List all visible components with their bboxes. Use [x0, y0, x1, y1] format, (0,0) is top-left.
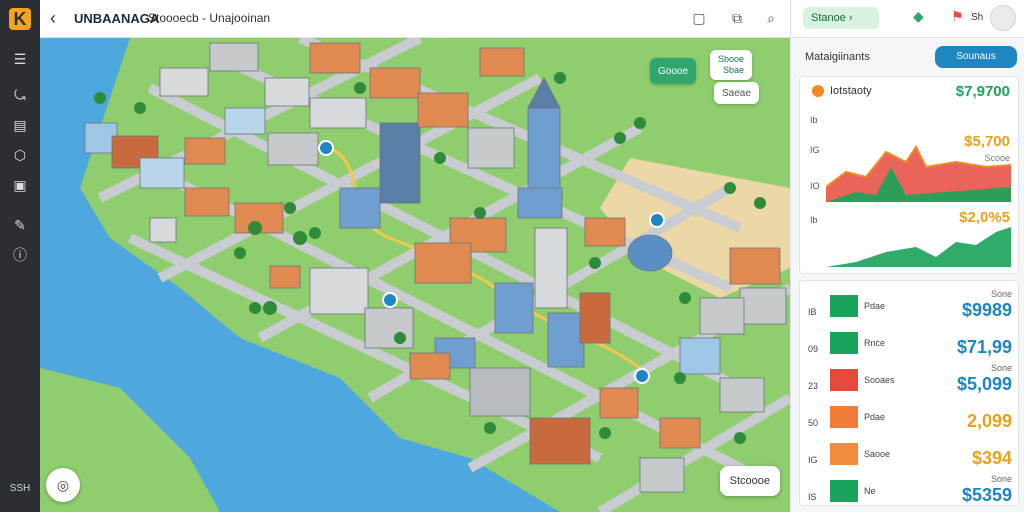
summary-title: Iotstaoty	[830, 85, 872, 97]
list-item-swatch	[830, 295, 858, 317]
info-icon[interactable]: ⓘ	[6, 242, 34, 268]
left-rail: K ☰ ⤿ ▤ ⬡ ▣ ✎ ⓘ SSH	[0, 0, 40, 512]
list-item-swatch	[830, 443, 858, 465]
panel-action-button[interactable]: Sounaus	[935, 46, 1017, 68]
city-map[interactable]: Goooe Sbooe Sbae Saeae ◎ Stcoooe	[40, 38, 790, 512]
stats-list-card: IB Pdae Sone $9989 09 Rnce $71,99 23 Sooaes Sone $…	[799, 280, 1019, 506]
bookmark-icon[interactable]: ▢	[690, 9, 708, 27]
list-item-swatch	[830, 369, 858, 391]
map-small-chip[interactable]: Saeae	[714, 82, 759, 104]
list-item-swatch	[830, 480, 858, 502]
list-item-axis: 09	[808, 344, 819, 354]
list-item-axis: IS	[808, 492, 817, 502]
status-text-icon: Sh	[971, 12, 984, 23]
route-icon[interactable]: ⤿	[6, 82, 34, 108]
y-label-2: IG	[810, 145, 820, 155]
panel-header: Mataigiinants Sounaus	[791, 38, 1024, 76]
flag-icon[interactable]: ⚑	[951, 8, 964, 25]
list-item-swatch	[830, 406, 858, 428]
image-icon[interactable]: ▣	[6, 172, 34, 198]
list-item-caption: Sone	[990, 363, 1012, 373]
shield-icon[interactable]: ⬡	[6, 142, 34, 168]
breadcrumb: Stoooecb - Unajooinan	[148, 11, 271, 25]
locate-icon: ◎	[56, 476, 70, 493]
map-small-chip-label: Saeae	[722, 87, 751, 99]
app-title: UNBAANAGA	[74, 11, 160, 26]
list-item-name: Sooaes	[864, 375, 895, 385]
map-info-chip[interactable]: Sbooe Sbae	[710, 50, 753, 80]
list-item-axis: IB	[808, 307, 817, 317]
list-item-name: Rnce	[864, 338, 886, 348]
list-item-value: $71,99	[956, 337, 1012, 357]
rail-bottom-label: SSH	[9, 483, 31, 494]
list-item-value: $9989	[961, 300, 1012, 320]
money-icon[interactable]: ◆	[913, 8, 924, 25]
search-pill-label: Stanoe	[811, 12, 846, 24]
right-top-bar: Stanoe › ◆ ⚑ Sh	[790, 0, 1024, 38]
notification-icon[interactable]: ⧉	[728, 9, 746, 27]
summary-value-top: $7,9700	[955, 83, 1010, 100]
list-item-caption: Sone	[990, 474, 1012, 484]
list-item-value: $5,099	[956, 374, 1012, 394]
list-item-name: Ne	[864, 486, 876, 496]
list-item-value: 2,099	[966, 411, 1012, 431]
list-item-name: Saooe	[864, 449, 891, 459]
avatar[interactable]	[990, 5, 1016, 31]
list-item-axis: 50	[808, 418, 819, 428]
side-panel: Mataigiinants Sounaus Iotstaoty $7,9700 …	[790, 38, 1024, 512]
pen-icon[interactable]: ✎	[6, 212, 34, 238]
list-item[interactable]: IS Ne Sone $5359	[800, 472, 1020, 512]
list-item-axis: IG	[808, 455, 818, 465]
map-info-line2: Sbae	[723, 65, 745, 75]
list-item-value: $394	[971, 448, 1012, 468]
app-logo[interactable]: K	[0, 0, 40, 38]
y-label-4: Ib	[810, 215, 818, 225]
y-label-3: IO	[810, 181, 820, 191]
locate-button[interactable]: ◎	[46, 468, 80, 502]
summary-chart	[826, 145, 1012, 267]
y-label-1: Ib	[810, 115, 818, 125]
document-icon[interactable]: ▤	[6, 112, 34, 138]
map-bottom-button-label: Stcoooe	[729, 475, 770, 487]
list-item-name: Pdae	[864, 412, 886, 422]
map-canvas	[40, 38, 790, 512]
summary-dot-icon	[812, 85, 824, 97]
top-bar: ‹ UNBAANAGA Stoooecb - Unajooinan ▢ ⧉ ⌕	[40, 0, 790, 38]
map-layer-chip-label: Goooe	[658, 65, 689, 77]
back-icon[interactable]: ‹	[50, 8, 56, 29]
map-bottom-button[interactable]: Stcoooe	[719, 466, 780, 496]
map-layer-chip[interactable]: Goooe	[650, 58, 697, 84]
list-icon[interactable]: ☰	[6, 46, 34, 72]
logo-icon: K	[9, 8, 31, 30]
summary-card: Iotstaoty $7,9700 $5,700 Scooe $2,0%5 Ib…	[799, 76, 1019, 274]
list-item-name: Pdae	[864, 301, 886, 311]
panel-title: Mataigiinants	[805, 51, 870, 63]
list-item-caption: Sone	[990, 289, 1012, 299]
map-info-line1: Sbooe	[718, 54, 745, 64]
search-pill[interactable]: Stanoe ›	[803, 7, 879, 29]
list-item-swatch	[830, 332, 858, 354]
list-item-axis: 23	[808, 381, 819, 391]
list-item-value: $5359	[961, 485, 1012, 505]
search-icon[interactable]: ⌕	[762, 9, 780, 27]
